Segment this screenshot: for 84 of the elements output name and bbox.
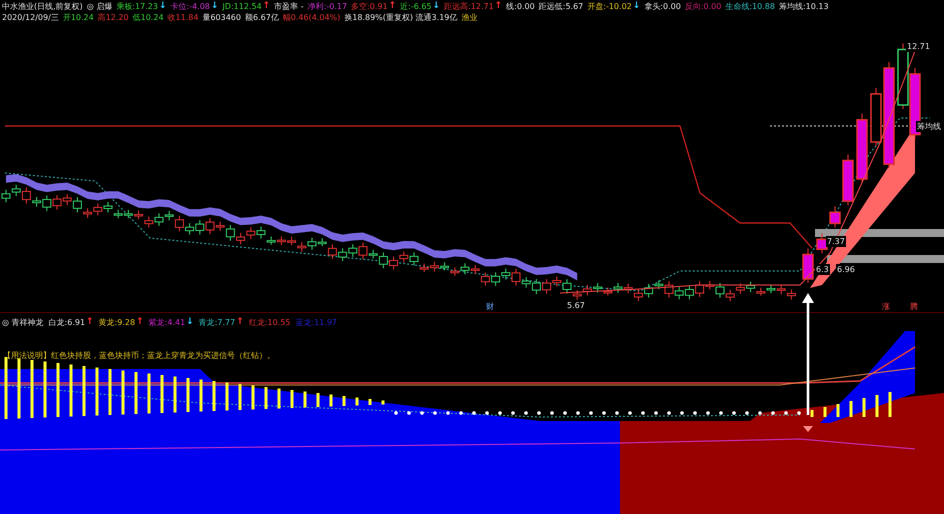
trend-arrow: ↓ [186, 317, 194, 328]
stat-label: 反向: [684, 1, 704, 12]
stat-value: 112.54 [234, 1, 262, 12]
stat-label: 筹均线: [778, 1, 806, 12]
trend-arrow: ↑ [86, 317, 94, 328]
stat-value: -10.02 [606, 1, 632, 12]
stat-value: 0.00 [704, 1, 722, 12]
price-label: 6.3 [815, 264, 830, 275]
stat-label: 高 [98, 12, 106, 23]
stat-label: ◎ 启爆 [86, 1, 112, 12]
stat-label: 开 [62, 12, 71, 23]
stat-value: 11.97 [314, 317, 337, 328]
price-label: 7.37 [826, 236, 846, 247]
stat-label: 市盈率 - [274, 1, 304, 12]
stat-value: 10.24 [140, 12, 164, 23]
trend-arrow: ↓ [632, 1, 640, 12]
stat-label: 多空: [351, 1, 370, 12]
stat-label: 中水渔业(日线,前复权) [2, 1, 83, 12]
stat-value: 12.71 [470, 1, 494, 12]
stat-value: 12.20 [106, 12, 129, 23]
stat-value: 6.91 [67, 317, 86, 328]
stat-label: 红龙: [248, 317, 268, 328]
price-label: 6.96 [836, 264, 856, 275]
stat-value: 10.13 [806, 1, 829, 12]
trend-arrow: ↑ [388, 1, 396, 12]
stat-value: 0.00 [663, 1, 681, 12]
stat-label: 渔业 [461, 12, 478, 23]
stat-value: 5.67 [565, 1, 584, 12]
price-label: 12.71 [906, 41, 931, 52]
event-marker: 涨 [882, 301, 890, 312]
stat-label: 黄龙: [98, 317, 118, 328]
indicator-title: ◎ 青祥神龙 [2, 317, 44, 328]
price-label: 筹均线 [916, 121, 942, 132]
buy-signal-arrow-icon [802, 293, 814, 415]
stat-label: 蓝龙: [295, 317, 314, 328]
trend-arrow: ↑ [494, 1, 502, 12]
trend-arrow: ↓ [210, 1, 218, 12]
stat-value: 10.24 [70, 12, 94, 23]
stat-value: 603460 [210, 12, 241, 23]
stat-label: JD: [222, 1, 234, 12]
stat-label: 距远低: [538, 1, 566, 12]
usage-note: 【用法说明】红色块持股，蓝色块持币；蓝龙上穿青龙为买进信号（红钻）。 [3, 350, 275, 361]
stat-value: 10.88 [752, 1, 775, 12]
stat-value: 0.00 [516, 1, 535, 12]
stat-value: 0.91 [370, 1, 388, 12]
stat-value: 0.46(4.04%) [290, 12, 340, 23]
stat-label: 近: [400, 1, 411, 12]
stat-label: 紫龙: [148, 317, 168, 328]
stat-value: 7.77 [217, 317, 236, 328]
stat-value: -0.17 [326, 1, 348, 12]
stat-label: 净利: [308, 1, 326, 12]
stat-value: -6.65 [410, 1, 432, 12]
trend-arrow: ↑ [236, 317, 244, 328]
stat-value: 9.28 [117, 317, 136, 328]
stat-label: 低 [132, 12, 141, 23]
stat-label: 量 [202, 12, 210, 23]
stat-label: 拿头: [644, 1, 663, 12]
stat-label: 开盘: [587, 1, 606, 12]
trend-arrow: ↓ [432, 1, 440, 12]
stat-label: 乘板: [116, 1, 136, 12]
stat-label: 幅 [282, 12, 291, 23]
stat-label: 白龙: [48, 317, 68, 328]
trend-arrow: ↑ [262, 1, 270, 12]
stat-label: 2020/12/09/三 [2, 12, 59, 23]
stat-label: 卡位: [170, 1, 190, 12]
stat-label: 额 [244, 12, 253, 23]
trend-arrow: ↑ [136, 317, 144, 328]
stat-label: 换 [344, 12, 352, 23]
stat-value: 6.67亿 [252, 12, 279, 23]
stat-value: 11.84 [176, 12, 198, 23]
stat-label: 线: [506, 1, 517, 12]
stat-value: 4.41 [167, 317, 186, 328]
stat-label: 距远高: [444, 1, 471, 12]
trend-arrow: ↓ [158, 1, 166, 12]
stat-value: 10.55 [267, 317, 290, 328]
event-marker: 财 [486, 301, 494, 312]
stat-label: 生命线: [725, 1, 752, 12]
stat-value: 18.89%(重复权) 流通3.19亿 [352, 12, 458, 23]
price-label: 5.67 [566, 300, 586, 311]
event-marker: 腾 [910, 301, 918, 312]
stat-value: 17.23 [135, 1, 158, 12]
stat-label: 收 [168, 12, 176, 23]
stat-value: -4.08 [189, 1, 210, 12]
stat-label: 青龙: [198, 317, 218, 328]
